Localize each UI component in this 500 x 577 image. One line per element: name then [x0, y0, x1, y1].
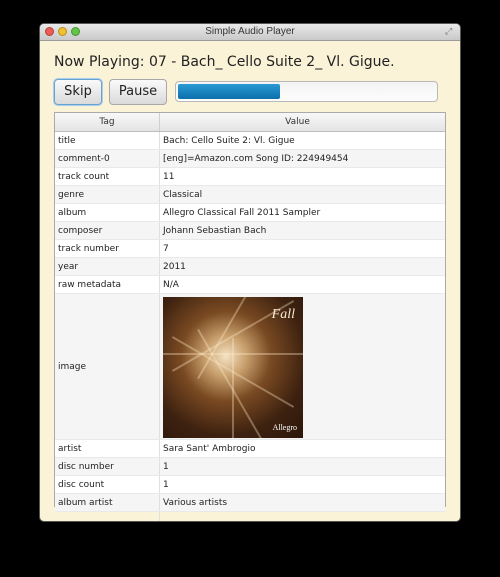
tag-cell: disc count	[55, 476, 160, 493]
value-cell: Bach: Cello Suite 2: Vl. Gigue	[163, 135, 295, 146]
album-art-logo: Allegro	[272, 422, 297, 432]
image-cell: Fall Allegro	[160, 294, 445, 439]
value-cell: N/A	[163, 279, 179, 290]
table-row-empty	[55, 512, 445, 521]
album-art-image: Fall Allegro	[163, 296, 303, 438]
tag-cell: track number	[55, 240, 160, 257]
tag-cell: raw metadata	[55, 276, 160, 293]
album-art-title: Fall	[271, 306, 295, 322]
value-cell: 2011	[163, 261, 186, 272]
column-header-tag[interactable]: Tag	[55, 113, 160, 131]
table-row[interactable]: raw metadata N/A	[55, 276, 445, 294]
table-row[interactable]: album artist Various artists	[55, 494, 445, 512]
table-row[interactable]: album Allegro Classical Fall 2011 Sampler	[55, 204, 445, 222]
window-title: Simple Audio Player	[205, 26, 295, 37]
value-cell	[160, 512, 445, 521]
tag-cell: composer	[55, 222, 160, 239]
table-row[interactable]: composer Johann Sebastian Bach	[55, 222, 445, 240]
tag-cell	[55, 512, 160, 521]
tag-cell: disc number	[55, 458, 160, 475]
table-body: title Bach: Cello Suite 2: Vl. Gigue comme…	[55, 132, 445, 521]
metadata-table: Tag Value title Bach: Cello Suite 2: Vl. …	[54, 112, 446, 521]
tag-cell: comment-0	[55, 150, 160, 167]
table-row[interactable]: title Bach: Cello Suite 2: Vl. Gigue	[55, 132, 445, 150]
value-cell: Allegro Classical Fall 2011 Sampler	[163, 207, 321, 218]
now-playing-label: Now Playing: 07 - Bach_ Cello Suite 2_ V…	[54, 54, 395, 70]
value-cell: 7	[163, 243, 169, 254]
tag-cell: title	[55, 132, 160, 149]
table-row[interactable]: image Fall Allegro	[55, 294, 445, 440]
table-row[interactable]: genre Classical	[55, 186, 445, 204]
table-row[interactable]: track count 11	[55, 168, 445, 186]
tag-cell: genre	[55, 186, 160, 203]
tag-cell: artist	[55, 440, 160, 457]
tag-cell: year	[55, 258, 160, 275]
header-corner	[435, 113, 445, 131]
table-row[interactable]: artist Sara Sant' Ambrogio	[55, 440, 445, 458]
value-cell: [eng]=Amazon.com Song ID: 224949454	[163, 153, 349, 164]
tag-cell: track count	[55, 168, 160, 185]
tag-cell: album	[55, 204, 160, 221]
value-cell: 1	[163, 461, 169, 472]
value-cell: 11	[163, 171, 175, 182]
progress-fill	[178, 84, 281, 99]
tag-cell: image	[55, 294, 160, 439]
pause-button[interactable]: Pause	[109, 79, 167, 105]
value-cell: Classical	[163, 189, 203, 200]
value-cell: 1	[163, 479, 169, 490]
table-row[interactable]: year 2011	[55, 258, 445, 276]
column-header-value[interactable]: Value	[160, 113, 435, 131]
tag-cell: album artist	[55, 494, 160, 511]
title-bar[interactable]: Simple Audio Player ⤢	[40, 24, 460, 41]
table-row[interactable]: disc count 1	[55, 476, 445, 494]
playback-progress-bar[interactable]	[175, 81, 438, 102]
app-window: Simple Audio Player ⤢ Now Playing: 07 - …	[40, 24, 460, 521]
skip-button[interactable]: Skip	[54, 79, 102, 105]
fullscreen-icon[interactable]: ⤢	[445, 27, 455, 37]
value-cell: Johann Sebastian Bach	[163, 225, 267, 236]
table-header: Tag Value	[55, 113, 445, 132]
table-row[interactable]: track number 7	[55, 240, 445, 258]
value-cell: Sara Sant' Ambrogio	[163, 443, 256, 454]
value-cell: Various artists	[163, 497, 228, 508]
table-row[interactable]: comment-0 [eng]=Amazon.com Song ID: 22494…	[55, 150, 445, 168]
table-row[interactable]: disc number 1	[55, 458, 445, 476]
